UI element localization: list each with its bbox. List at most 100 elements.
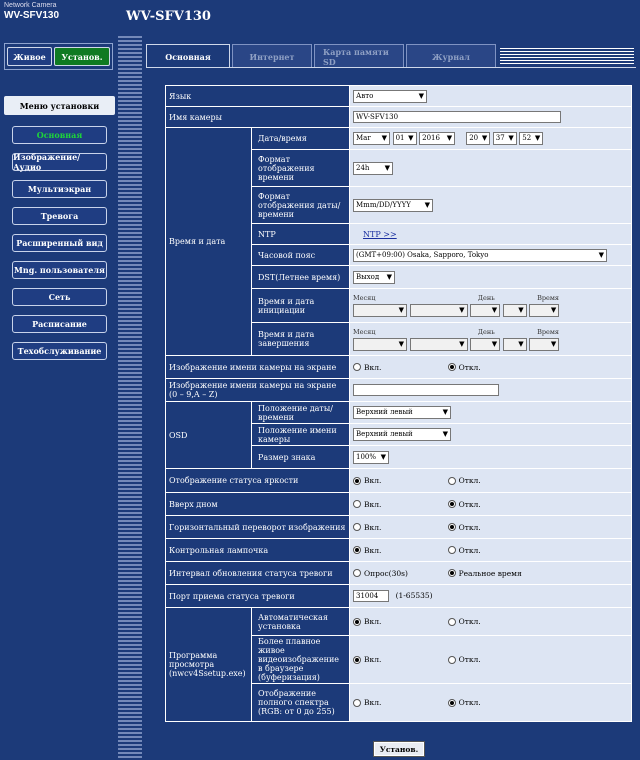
alarm-polling-radio[interactable]: Опрос(30s) — [353, 569, 445, 578]
end-minute-select[interactable]: ▼ — [529, 337, 560, 351]
menu-item-multiscreen[interactable]: Мультиэкран — [12, 180, 107, 198]
second-select[interactable]: 52 ▼ — [519, 132, 544, 145]
dst-value: Выход — [356, 272, 380, 281]
end-month-caption: Месяц — [353, 327, 376, 336]
radio-icon — [447, 617, 456, 626]
chevron-down-icon: ▼ — [386, 272, 393, 281]
alarm-interval-label: Интервал обновления статуса тревоги — [164, 561, 351, 585]
osd-char-size-select[interactable]: 100% ▼ — [353, 450, 390, 464]
row-osd-date-position: OSD Положение даты/времени Верхний левый… — [165, 401, 633, 469]
osd-name-position-select[interactable]: Верхний левый ▼ — [353, 428, 452, 441]
language-select[interactable]: Авто ▼ — [353, 89, 428, 103]
radio-selected-icon — [353, 546, 362, 555]
dst-end-label: Время и дата завершения — [250, 322, 351, 356]
end-hour-select[interactable]: ▼ — [502, 337, 527, 351]
menu-item-advanced[interactable]: Расширенный вид — [12, 234, 107, 252]
start-hour-select[interactable]: ▼ — [502, 304, 527, 317]
end-week-select[interactable]: ▼ — [409, 337, 468, 351]
radio-label: Вкл. — [364, 522, 382, 532]
menu-item-network[interactable]: Сеть — [12, 288, 107, 306]
radio-label: Откл. — [458, 476, 481, 486]
smooth-on-radio[interactable]: Вкл. — [353, 655, 445, 664]
tab-log[interactable]: Журнал — [406, 44, 496, 68]
cam-name-text-input[interactable] — [353, 384, 500, 396]
radio-icon — [353, 500, 362, 509]
page-title: WV-SFV130 — [126, 9, 211, 24]
row-alarm-interval: Интервал обновления статуса тревоги Опро… — [164, 561, 633, 585]
ntp-link[interactable]: NTP >> — [363, 230, 397, 239]
hflip-on-radio[interactable]: Вкл. — [353, 523, 445, 532]
lamp-off-radio[interactable]: Откл. — [447, 546, 481, 555]
auto-install-off-radio[interactable]: Откл. — [447, 617, 481, 626]
day-select[interactable]: 01 ▼ — [392, 132, 417, 145]
auto-install-on-radio[interactable]: Вкл. — [353, 617, 445, 626]
radio-selected-icon — [353, 617, 362, 626]
start-minute-select[interactable]: ▼ — [529, 304, 560, 317]
smooth-off-radio[interactable]: Откл. — [447, 655, 481, 664]
time-format-select[interactable]: 24h ▼ — [353, 161, 394, 175]
full-range-off-radio[interactable]: Откл. — [447, 698, 481, 707]
hflip-off-radio[interactable]: Откл. — [447, 523, 481, 532]
language-value: Авто — [356, 91, 374, 100]
alarm-port-input[interactable]: 31004 — [353, 590, 390, 602]
menu-item-basic[interactable]: Основная — [12, 126, 107, 144]
alarm-realtime-radio[interactable]: Реальное время — [447, 569, 522, 578]
header-bar: Network Camera WV-SFV130 WV-SFV130 — [0, 0, 640, 34]
setup-button[interactable]: Установ. — [54, 47, 110, 66]
camera-name-label: Имя камеры — [164, 106, 351, 128]
upside-down-off-radio[interactable]: Откл. — [447, 500, 481, 509]
chevron-down-icon: ▼ — [381, 134, 388, 142]
brightness-on-radio[interactable]: Вкл. — [353, 476, 445, 485]
cam-name-on-radio[interactable]: Вкл. — [353, 363, 445, 372]
viewer-label: Программа просмотра (nwcv4Ssetup.exe) — [165, 607, 252, 722]
osd-name-position-label: Положение имени камеры — [250, 423, 351, 446]
start-month-select[interactable]: ▼ — [353, 304, 408, 317]
end-day-select[interactable]: ▼ — [470, 337, 501, 351]
lamp-on-radio[interactable]: Вкл. — [353, 546, 445, 555]
menu-item-user-mng[interactable]: Mng. пользователя — [12, 261, 107, 279]
minute-select[interactable]: 37 ▼ — [492, 132, 517, 145]
brightness-off-radio[interactable]: Откл. — [447, 476, 481, 486]
cam-name-off-radio[interactable]: Откл. — [447, 363, 481, 372]
osd-date-position-label: Положение даты/времени — [250, 401, 351, 424]
start-day-select[interactable]: ▼ — [470, 304, 501, 317]
radio-selected-icon — [353, 476, 362, 485]
live-button[interactable]: Живое — [7, 47, 52, 66]
dst-select[interactable]: Выход ▼ — [353, 270, 396, 284]
start-week-select[interactable]: ▼ — [409, 304, 468, 317]
tab-basic[interactable]: Основная — [146, 44, 230, 68]
time-date-label: Время и дата — [165, 127, 252, 356]
date-format-select[interactable]: Mmm/DD/YYYY ▼ — [353, 198, 434, 212]
menu-item-maintenance[interactable]: Техобслуживание — [12, 342, 107, 360]
radio-icon — [353, 698, 362, 707]
menu-item-alarm[interactable]: Тревога — [12, 207, 107, 225]
end-month-select[interactable]: ▼ — [353, 337, 408, 351]
radio-icon — [353, 569, 362, 578]
chevron-down-icon: ▼ — [481, 134, 488, 142]
save-button[interactable]: Установ. — [373, 741, 425, 757]
setup-menu-heading: Меню установки — [4, 96, 115, 115]
menu-item-schedule[interactable]: Расписание — [12, 315, 107, 333]
month-select[interactable]: Mar ▼ — [353, 132, 391, 145]
dst-start-label: Время и дата инициации — [250, 288, 351, 323]
radio-label: Вкл. — [364, 499, 382, 509]
second-value: 52 — [522, 134, 532, 142]
full-range-on-radio[interactable]: Вкл. — [353, 698, 445, 707]
timezone-select[interactable]: (GMT+09:00) Osaka, Sapporo, Tokyo ▼ — [353, 248, 608, 262]
tab-internet[interactable]: Интернет — [232, 44, 312, 68]
row-datetime: Время и дата Дата/время Mar ▼ 01 ▼ 2016 ▼ 2… — [165, 127, 633, 356]
year-select[interactable]: 2016 ▼ — [419, 132, 456, 145]
datetime-label: Дата/время — [250, 127, 351, 150]
row-brightness-status: Отображение статуса яркости Вкл. Откл. — [164, 468, 633, 493]
radio-icon — [447, 655, 456, 664]
camera-name-input[interactable]: WV-SFV130 — [353, 111, 562, 123]
chevron-down-icon: ▼ — [446, 134, 453, 142]
osd-date-position-select[interactable]: Верхний левый ▼ — [353, 406, 452, 419]
menu-item-image-audio[interactable]: Изображение/Аудио — [12, 152, 107, 172]
hour-value: 20 — [469, 134, 479, 142]
upside-down-on-radio[interactable]: Вкл. — [353, 500, 445, 509]
time-format-value: 24h — [356, 163, 370, 172]
osd-char-size-value: 100% — [356, 452, 377, 461]
hour-select[interactable]: 20 ▼ — [466, 132, 491, 145]
tab-sd-card[interactable]: Карта памяти SD — [314, 44, 404, 68]
